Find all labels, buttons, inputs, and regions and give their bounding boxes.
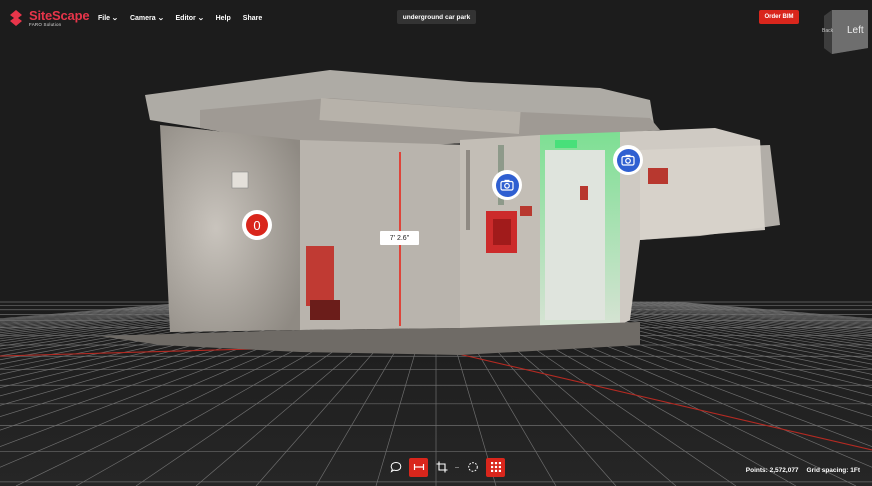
camera-marker-1[interactable] — [492, 170, 522, 200]
logo-name: SiteScape — [29, 8, 90, 23]
sitescape-logo-icon — [10, 10, 22, 27]
annotation-marker[interactable]: 0 — [242, 210, 272, 240]
menu-editor[interactable]: Editor ⌄ — [175, 14, 205, 23]
bottom-toolbar — [386, 457, 505, 477]
measure-icon — [413, 464, 424, 470]
points-count: Points: 2,572,077 — [745, 467, 799, 474]
menu-help-label: Help — [215, 14, 231, 22]
select-icon — [467, 462, 478, 472]
main-menu: File ⌄ Camera ⌄ Editor ⌄ Help Share — [98, 14, 262, 23]
menu-share[interactable]: Share — [243, 14, 262, 22]
project-title[interactable]: underground car park — [397, 10, 476, 24]
measure-tool-button[interactable] — [409, 457, 428, 477]
camera-icon — [500, 179, 514, 191]
menu-editor-label: Editor — [175, 14, 196, 22]
order-bim-button[interactable]: Order BIM — [759, 10, 799, 24]
toolbar-separator — [455, 466, 459, 468]
annotation-marker-count: 0 — [246, 214, 268, 236]
chevron-down-icon: ⌄ — [111, 15, 119, 22]
grid-icon — [490, 462, 501, 472]
select-tool-button[interactable] — [463, 458, 482, 477]
menu-camera-label: Camera — [129, 14, 156, 22]
top-bar: SiteScape FARO Solution File ⌄ Camera ⌄ … — [0, 0, 872, 40]
comment-tool-button[interactable] — [386, 458, 405, 477]
crop-icon — [436, 461, 447, 473]
floor-grid — [0, 70, 872, 486]
menu-share-label: Share — [242, 14, 263, 22]
chevron-down-icon: ⌄ — [157, 15, 165, 22]
grid-tool-button[interactable] — [486, 457, 505, 477]
menu-file[interactable]: File ⌄ — [98, 14, 119, 23]
view-cube-face-label: Left — [847, 25, 864, 36]
menu-help[interactable]: Help — [216, 14, 231, 22]
chevron-down-icon: ⌄ — [197, 15, 205, 22]
measurement-label[interactable]: 7' 2.6" — [380, 231, 419, 245]
comment-icon — [390, 461, 401, 473]
grid-spacing: Grid spacing: 1Ft — [806, 467, 860, 474]
logo[interactable]: SiteScape FARO Solution — [8, 8, 90, 28]
menu-file-label: File — [98, 14, 111, 22]
logo-subtitle: FARO Solution — [29, 22, 62, 27]
camera-icon — [621, 154, 635, 166]
view-cube-side-label: Back — [822, 28, 834, 34]
status-bar: Points: 2,572,077 Grid spacing: 1Ft — [746, 467, 860, 474]
crop-tool-button[interactable] — [432, 458, 451, 477]
point-cloud-viewport[interactable]: SiteScape FARO Solution File ⌄ Camera ⌄ … — [0, 0, 872, 486]
camera-marker-2[interactable] — [613, 145, 643, 175]
menu-camera[interactable]: Camera ⌄ — [129, 14, 165, 23]
